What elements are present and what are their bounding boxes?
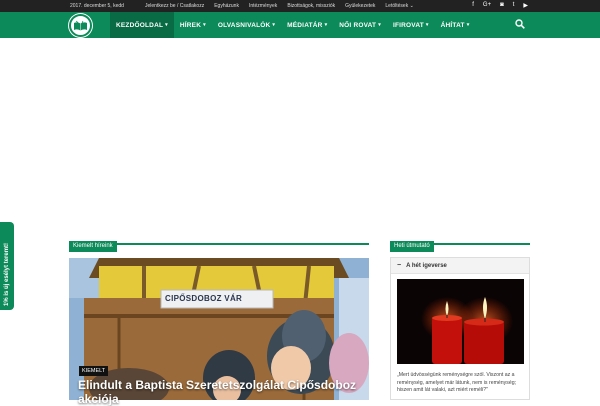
social-icons: f G+ ◙ t ▶ <box>472 2 528 9</box>
instagram-icon[interactable]: ◙ <box>500 2 504 9</box>
candle-image <box>397 279 524 364</box>
hero-sign-text: CIPŐSDOBOZ VÁR <box>165 294 243 303</box>
chevron-down-icon: ▾ <box>203 22 206 28</box>
site-logo[interactable] <box>69 14 92 37</box>
chevron-down-icon: ▾ <box>466 22 470 28</box>
open-book-logo-icon <box>74 20 87 30</box>
twitter-icon[interactable]: t <box>513 2 515 9</box>
nav-item-label: NŐI ROVAT <box>339 21 377 29</box>
widget-title: A hét igeverse <box>406 262 447 269</box>
featured-section-header: Kiemelt híreink <box>69 234 369 252</box>
nav-item-label: IFIROVAT <box>392 21 424 29</box>
nav-item-ahitat[interactable]: ÁHÍTAT ▾ <box>435 12 476 38</box>
chevron-down-icon: ▾ <box>272 22 276 28</box>
weekly-verse-widget: − A hét igeverse „Mert üdvösségünk remén… <box>390 257 530 400</box>
nav-item-label: ÁHÍTAT <box>440 21 465 29</box>
nav-item-kezdooldal[interactable]: KEZDŐOLDAL ▾ <box>110 12 174 38</box>
donation-side-tab[interactable]: 1% is új esélyt teremt! <box>0 222 14 310</box>
nav-item-ifirovat[interactable]: IFIROVAT ▾ <box>387 12 435 38</box>
nav-item-hirek[interactable]: HÍREK ▾ <box>174 12 212 38</box>
nav-menu: KEZDŐOLDAL ▾ HÍREK ▾ OLVASNIVALÓK ▾ MÉDIATÁ… <box>110 12 475 38</box>
nav-item-olvasnivalok[interactable]: OLVASNIVALÓK ▾ <box>212 12 281 38</box>
featured-section-title: Kiemelt híreink <box>69 241 117 252</box>
login-link[interactable]: Jelentkezz be / Csatlakozz <box>145 3 204 9</box>
link-letoltesek-label: Letöltések <box>385 3 409 9</box>
featured-headline[interactable]: Elindult a Baptista Szeretetszolgálat Ci… <box>78 378 368 406</box>
verse-quote: „Mert üdvösségünk reménységre szól. Visz… <box>397 372 517 393</box>
top-bar: 2017. december 5, kedd Jelentkezz be / C… <box>0 0 600 12</box>
current-date: 2017. december 5, kedd <box>70 3 124 9</box>
candles-illustration <box>397 279 524 364</box>
top-links: Jelentkezz be / Csatlakozz Egyházunk Int… <box>145 3 414 9</box>
nav-item-noi-rovat[interactable]: NŐI ROVAT ▾ <box>333 12 387 38</box>
chevron-down-icon: ▾ <box>378 22 381 28</box>
widget-header[interactable]: − A hét igeverse <box>391 258 529 274</box>
search-icon[interactable] <box>515 19 525 29</box>
nav-item-label: OLVASNIVALÓK <box>217 21 271 29</box>
facebook-icon[interactable]: f <box>472 2 474 9</box>
donation-tab-label: 1% is új esélyt teremt! <box>4 242 10 306</box>
main-navigation: KEZDŐOLDAL ▾ HÍREK ▾ OLVASNIVALÓK ▾ MÉDIATÁ… <box>0 12 600 38</box>
link-gyulekezetek[interactable]: Gyülekezetek <box>345 3 375 9</box>
link-letoltesek[interactable]: Letöltések ⌄ <box>385 3 413 9</box>
nav-item-label: HÍREK <box>179 21 202 29</box>
link-egyhazunk[interactable]: Egyházunk <box>214 3 239 9</box>
collapse-icon[interactable]: − <box>397 262 401 269</box>
link-bizottsagok[interactable]: Bizottságok, missziók <box>287 3 335 9</box>
featured-badge[interactable]: KIEMELT <box>79 366 109 376</box>
sidebar-section-title: Heti útmutató <box>390 241 434 252</box>
chevron-down-icon: ⌄ <box>409 3 414 9</box>
youtube-icon[interactable]: ▶ <box>523 2 528 9</box>
link-intezmenyek[interactable]: Intézmények <box>249 3 277 9</box>
google-plus-icon[interactable]: G+ <box>483 2 491 9</box>
nav-item-label: KEZDŐOLDAL <box>116 21 164 29</box>
sidebar-section-header: Heti útmutató <box>390 234 530 252</box>
nav-item-mediatar[interactable]: MÉDIATÁR ▾ <box>281 12 333 38</box>
chevron-down-icon: ▾ <box>324 22 328 28</box>
chevron-down-icon: ▾ <box>425 22 429 28</box>
chevron-down-icon: ▾ <box>165 22 168 28</box>
nav-item-label: MÉDIATÁR <box>287 21 323 29</box>
